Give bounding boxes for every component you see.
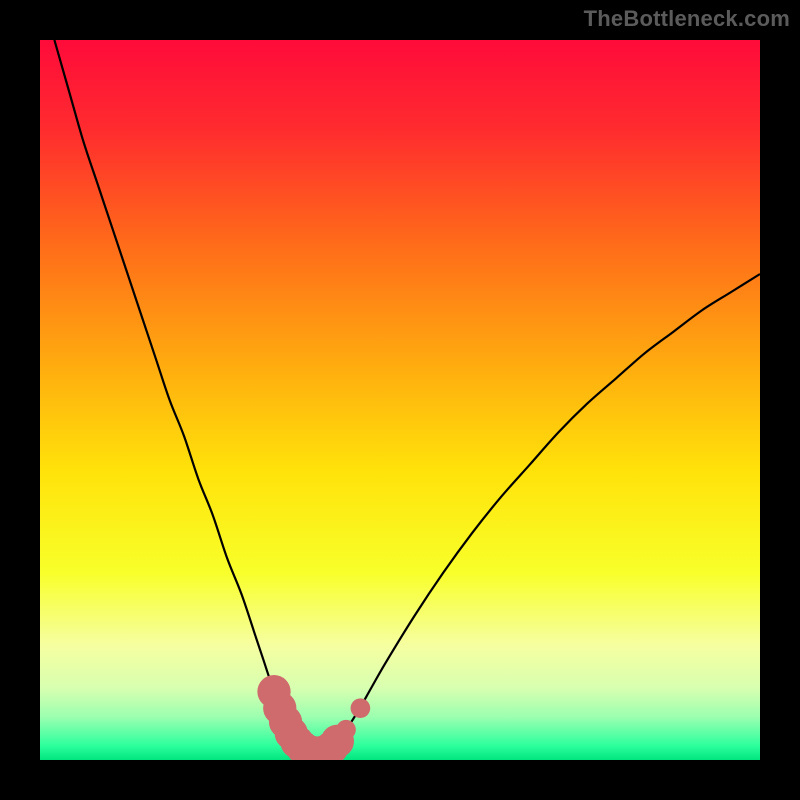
- plot-area: [40, 40, 760, 760]
- chart-frame: TheBottleneck.com: [0, 0, 800, 800]
- curve-path: [54, 40, 760, 753]
- watermark-label: TheBottleneck.com: [584, 6, 790, 32]
- bottleneck-curve: [40, 40, 760, 760]
- highlight-marker: [336, 720, 356, 740]
- highlight-marker: [351, 698, 371, 718]
